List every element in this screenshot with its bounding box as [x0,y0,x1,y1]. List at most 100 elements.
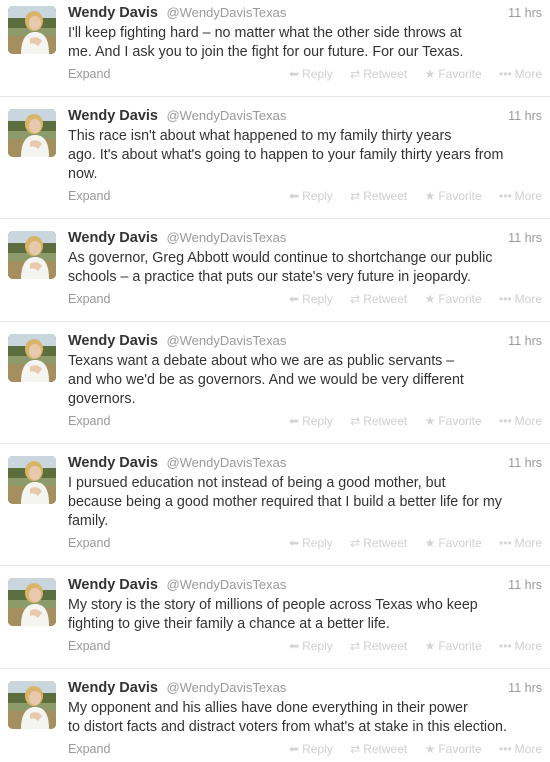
retweet-button[interactable]: ⇄ Retweet [350,536,407,550]
tweet-actions: ⬅ Reply ⇄ Retweet ★ Favorite ••• More [275,189,542,203]
expand-link[interactable]: Expand [68,189,110,203]
more-button[interactable]: ••• More [499,742,542,756]
author-username[interactable]: @WendyDavisTexas [166,230,286,245]
tweet-timestamp[interactable]: 11 hrs [508,6,542,20]
retweet-button[interactable]: ⇄ Retweet [350,292,407,306]
tweet-header: Wendy Davis @WendyDavisTexas 11 hrs [68,679,542,699]
more-button[interactable]: ••• More [499,67,542,81]
author-fullname[interactable]: Wendy Davis [68,455,158,471]
author-username[interactable]: @WendyDavisTexas [166,455,286,470]
avatar[interactable] [8,456,56,504]
favorite-button[interactable]: ★ Favorite [425,536,482,550]
more-button[interactable]: ••• More [499,414,542,428]
star-icon: ★ [424,639,436,653]
tweet[interactable]: Wendy Davis @WendyDavisTexas 11 hrs My s… [0,566,550,669]
retweet-icon: ⇄ [350,189,361,203]
author-fullname[interactable]: Wendy Davis [68,108,158,124]
reply-arrow-icon: ⬅ [289,536,300,550]
expand-link[interactable]: Expand [68,536,110,550]
favorite-button[interactable]: ★ Favorite [425,292,482,306]
author-fullname[interactable]: Wendy Davis [68,577,158,593]
expand-link[interactable]: Expand [68,639,110,653]
author-username[interactable]: @WendyDavisTexas [166,333,286,348]
more-label: More [514,292,542,306]
retweet-button[interactable]: ⇄ Retweet [350,414,407,428]
tweet-footer: Expand ⬅ Reply ⇄ Retweet ★ Favorite ••• More [68,67,542,85]
favorite-button[interactable]: ★ Favorite [425,67,482,81]
avatar[interactable] [8,6,56,54]
avatar[interactable] [8,109,56,157]
tweet[interactable]: Wendy Davis @WendyDavisTexas 11 hrs Texa… [0,322,550,444]
more-button[interactable]: ••• More [499,189,542,203]
retweet-button[interactable]: ⇄ Retweet [350,639,407,653]
tweet-header: Wendy Davis @WendyDavisTexas 11 hrs [68,454,542,474]
reply-button[interactable]: ⬅ Reply [289,639,333,653]
author-fullname[interactable]: Wendy Davis [68,333,158,349]
favorite-button[interactable]: ★ Favorite [425,414,482,428]
tweet-footer: Expand ⬅ Reply ⇄ Retweet ★ Favorite ••• More [68,414,542,432]
expand-link[interactable]: Expand [68,414,110,428]
favorite-button[interactable]: ★ Favorite [425,189,482,203]
author-username[interactable]: @WendyDavisTexas [166,577,286,592]
avatar-photo-icon [8,334,56,382]
retweet-button[interactable]: ⇄ Retweet [350,67,407,81]
avatar-photo-icon [8,109,56,157]
expand-link[interactable]: Expand [68,742,110,756]
tweet-footer: Expand ⬅ Reply ⇄ Retweet ★ Favorite ••• More [68,292,542,310]
favorite-button[interactable]: ★ Favorite [425,639,482,653]
reply-button[interactable]: ⬅ Reply [289,742,333,756]
tweet-actions: ⬅ Reply ⇄ Retweet ★ Favorite ••• More [275,292,542,306]
ellipsis-icon: ••• [499,414,512,428]
retweet-icon: ⇄ [350,67,361,81]
more-button[interactable]: ••• More [499,536,542,550]
tweet-header: Wendy Davis @WendyDavisTexas 11 hrs [68,576,542,596]
retweet-label: Retweet [363,189,408,203]
tweet-timeline: Wendy Davis @WendyDavisTexas 11 hrs I'll… [0,0,550,762]
tweet[interactable]: Wendy Davis @WendyDavisTexas 11 hrs This… [0,97,550,219]
tweet-footer: Expand ⬅ Reply ⇄ Retweet ★ Favorite ••• More [68,639,542,657]
tweet-timestamp[interactable]: 11 hrs [508,578,542,592]
reply-button[interactable]: ⬅ Reply [289,536,333,550]
author-fullname[interactable]: Wendy Davis [68,680,158,696]
expand-link[interactable]: Expand [68,292,110,306]
author-username[interactable]: @WendyDavisTexas [166,108,286,123]
reply-button[interactable]: ⬅ Reply [289,414,333,428]
favorite-label: Favorite [438,742,482,756]
more-button[interactable]: ••• More [499,639,542,653]
reply-label: Reply [302,639,333,653]
tweet[interactable]: Wendy Davis @WendyDavisTexas 11 hrs I'll… [0,0,550,97]
reply-arrow-icon: ⬅ [289,414,300,428]
tweet-timestamp[interactable]: 11 hrs [508,334,542,348]
avatar[interactable] [8,681,56,729]
retweet-button[interactable]: ⇄ Retweet [350,742,407,756]
retweet-button[interactable]: ⇄ Retweet [350,189,407,203]
favorite-button[interactable]: ★ Favorite [425,742,482,756]
author-fullname[interactable]: Wendy Davis [68,230,158,246]
tweet[interactable]: Wendy Davis @WendyDavisTexas 11 hrs I pu… [0,444,550,566]
ellipsis-icon: ••• [499,292,512,306]
tweet-timestamp[interactable]: 11 hrs [508,681,542,695]
avatar[interactable] [8,578,56,626]
more-label: More [514,536,542,550]
tweet-timestamp[interactable]: 11 hrs [508,109,542,123]
author-username[interactable]: @WendyDavisTexas [166,5,286,20]
tweet-text: My story is the story of millions of peo… [68,597,478,632]
reply-arrow-icon: ⬅ [289,67,300,81]
expand-link[interactable]: Expand [68,67,110,81]
reply-button[interactable]: ⬅ Reply [289,292,333,306]
author-fullname[interactable]: Wendy Davis [68,5,158,21]
tweet-timestamp[interactable]: 11 hrs [508,231,542,245]
avatar[interactable] [8,231,56,279]
retweet-icon: ⇄ [350,742,361,756]
more-button[interactable]: ••• More [499,292,542,306]
tweet[interactable]: Wendy Davis @WendyDavisTexas 11 hrs As g… [0,219,550,322]
avatar-photo-icon [8,6,56,54]
star-icon: ★ [424,189,436,203]
reply-button[interactable]: ⬅ Reply [289,189,333,203]
tweet[interactable]: Wendy Davis @WendyDavisTexas 11 hrs My o… [0,669,550,762]
avatar[interactable] [8,334,56,382]
author-username[interactable]: @WendyDavisTexas [166,680,286,695]
tweet-timestamp[interactable]: 11 hrs [508,456,542,470]
reply-button[interactable]: ⬅ Reply [289,67,333,81]
more-label: More [514,639,542,653]
